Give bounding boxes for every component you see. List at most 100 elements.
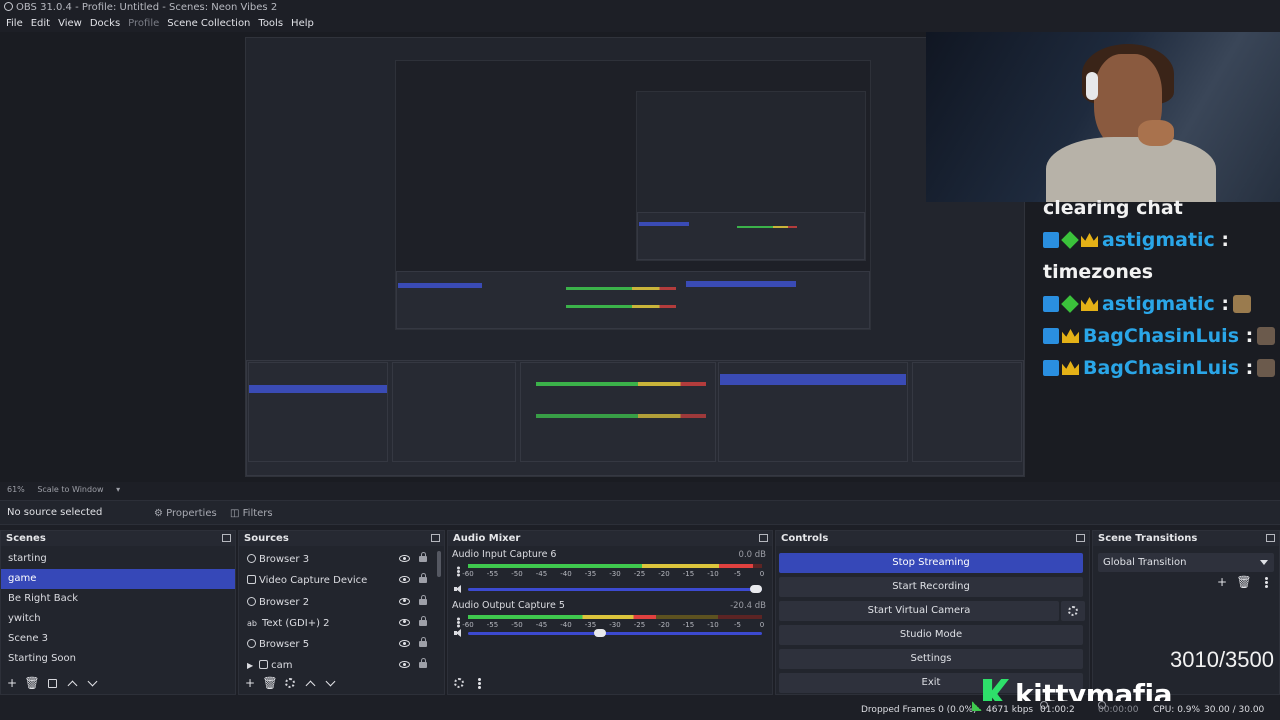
lock-icon[interactable] [419,594,427,605]
lock-icon[interactable] [419,552,427,562]
folder-icon [259,660,269,670]
obs-logo-icon [4,2,13,11]
crown-badge-icon [1062,329,1079,343]
eye-icon[interactable] [399,555,410,562]
crown-badge-icon [1081,233,1098,247]
slider-handle[interactable] [750,585,762,593]
scene-filters-button[interactable] [45,676,59,690]
text-icon: ab [247,618,257,628]
lock-icon[interactable] [419,658,427,669]
meter-tick-label: -10 [707,621,719,629]
virtual-camera-settings-button[interactable] [1061,601,1085,621]
start-recording-button[interactable]: Start Recording [779,577,1083,597]
preview-canvas[interactable]: clearing chat astigmatic : timezones ast… [0,32,1280,482]
audio-mixer-toolbar [448,672,772,694]
menu-edit[interactable]: Edit [27,16,54,32]
menu-scene-collection[interactable]: Scene Collection [163,16,254,32]
volume-slider[interactable] [468,585,762,593]
channel-menu-icon[interactable] [457,570,460,573]
sword-badge-icon [1043,232,1059,248]
studio-mode-button[interactable]: Studio Mode [779,625,1083,645]
settings-button[interactable]: Settings [779,649,1083,669]
filters-button[interactable]: ◫ Filters [226,505,273,522]
audio-mixer-menu-button[interactable] [472,676,486,690]
eye-icon[interactable] [399,661,410,669]
speaker-icon[interactable] [454,629,464,638]
properties-button[interactable]: ⚙ Properties [150,505,217,522]
meter-tick-label: -25 [633,570,646,578]
move-scene-down-button[interactable] [85,676,99,690]
chevron-up-icon [305,680,315,690]
chevron-down-icon[interactable]: ▾ [116,485,120,494]
undock-icon[interactable] [1266,534,1275,542]
meter-tick-label: -20 [658,621,670,629]
eye-icon[interactable] [399,597,410,605]
speaker-icon[interactable] [454,585,464,594]
meter-tick-label: 0 [759,570,765,578]
menu-docks[interactable]: Docks [86,16,124,32]
volume-slider[interactable] [468,629,762,637]
transition-menu-button[interactable] [1259,575,1273,589]
camera-icon [247,575,256,585]
source-item[interactable]: Browser 3 [239,549,444,570]
add-transition-button[interactable]: + [1215,575,1229,589]
eye-icon[interactable] [399,618,410,626]
lock-icon[interactable] [419,573,427,584]
source-properties-button[interactable] [283,676,297,690]
scene-item[interactable]: Be Right Back [1,589,235,609]
source-item[interactable]: Browser 2 [239,592,444,613]
meter-tick-label: -30 [609,570,621,578]
transition-select[interactable]: Global Transition [1098,553,1274,572]
expand-arrow-icon[interactable]: ▶ [247,661,253,670]
start-virtual-camera-button[interactable]: Start Virtual Camera [779,601,1059,621]
more-vertical-icon [477,681,481,685]
undock-icon[interactable] [1076,534,1085,542]
menu-view[interactable]: View [54,16,86,32]
scene-item[interactable]: Starting Soon [1,649,235,669]
emote-icon [1257,327,1276,345]
channel-db: 0.0 dB [738,550,766,560]
undock-icon[interactable] [222,534,231,542]
menu-tools[interactable]: Tools [254,16,287,32]
meter-level [468,564,754,568]
scene-item[interactable]: starting [1,549,235,569]
lock-icon[interactable] [419,615,427,626]
webcam-person-hand [1138,120,1174,146]
undock-icon[interactable] [431,534,440,542]
lock-icon[interactable] [419,637,427,648]
meter-tick-label: -20 [658,570,670,578]
gear-icon [454,678,464,688]
menu-help[interactable]: Help [287,16,318,32]
add-source-button[interactable]: + [243,676,257,690]
undock-icon[interactable] [759,534,768,542]
remove-transition-button[interactable]: 🗑 [1236,575,1251,589]
chat-username: BagChasinLuis [1083,357,1239,379]
stop-streaming-button[interactable]: Stop Streaming [779,553,1083,573]
audio-channel: Audio Input Capture 6 0.0 dB -60 -55 -50 -4… [448,548,772,594]
globe-icon [247,596,256,606]
zoom-level: 61% [7,485,25,494]
move-source-down-button[interactable] [323,676,337,690]
remove-source-button[interactable]: 🗑 [262,676,277,690]
source-item[interactable]: ab Text (GDI+) 2 [239,613,444,634]
move-source-up-button[interactable] [303,676,317,690]
source-item[interactable]: Video Capture Device [239,570,444,591]
scene-item[interactable]: Scene 3 [1,629,235,649]
remove-scene-button[interactable]: 🗑 [24,676,39,690]
menu-file[interactable]: File [2,16,27,32]
scale-mode-select[interactable]: Scale to Window [37,485,103,494]
sources-scrollbar[interactable] [437,551,441,577]
source-item[interactable]: Browser 5 [239,634,444,655]
eye-icon[interactable] [399,576,410,584]
slider-handle[interactable] [594,629,607,637]
chat-line: BagChasinLuis : [1043,320,1280,352]
eye-icon[interactable] [399,640,410,648]
meter-tick-label: -30 [609,621,621,629]
scene-item[interactable]: ywitch [1,609,235,629]
channel-menu-icon[interactable] [457,621,460,624]
move-scene-up-button[interactable] [65,676,79,690]
dock-title: Controls [776,531,1089,546]
add-scene-button[interactable]: + [5,676,19,690]
advanced-audio-button[interactable] [452,676,466,690]
scene-item-selected[interactable]: game [1,569,235,589]
